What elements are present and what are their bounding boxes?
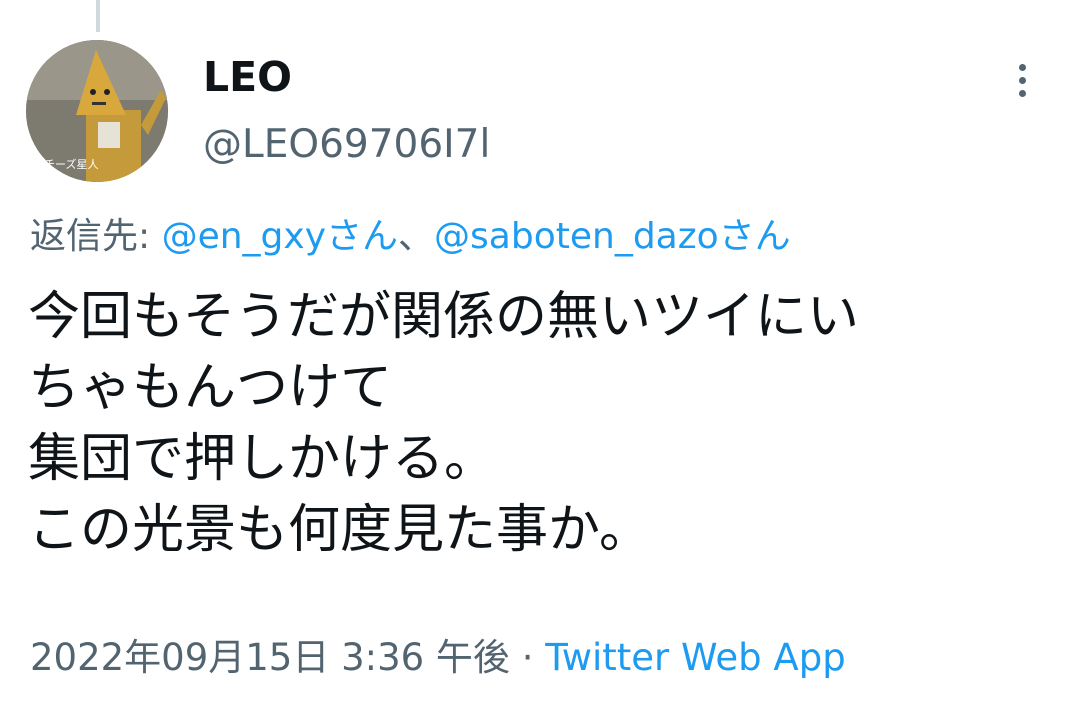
replying-to: 返信先: @en_gxyさん、@saboten_dazoさん [30,212,791,262]
source-link[interactable]: Twitter Web App [545,636,845,679]
more-vertical-icon [1018,63,1026,71]
tweet-metadata: 2022年09月15日 3:36 午後 · Twitter Web App [30,633,846,683]
tweet-text-line: 集団で押しかける。 [28,429,497,489]
thread-connector-line [96,0,100,32]
tweet-text-line: この光景も何度見た事か。 [28,500,651,560]
tweet-text: 今回もそうだが関係の無いツイにい ちゃもんつけて 集団で押しかける。 この光景も… [28,282,1048,566]
more-options-button[interactable] [1000,58,1044,102]
tweet-text-line: ちゃもんつけて [28,358,393,418]
display-name[interactable]: LEO [203,52,292,102]
meta-separator: · [521,636,534,679]
timestamp-link[interactable]: 2022年09月15日 3:36 午後 [30,636,510,679]
mention-separator: 、 [398,216,435,257]
tweet-detail: チーズ星人 LEO @LEO69706I7l 返信先: @en_gxyさん、@s… [0,0,1072,704]
mention-link[interactable]: @saboten_dazoさん [434,216,791,257]
user-handle[interactable]: @LEO69706I7l [203,120,490,170]
avatar-image: チーズ星人 [26,40,168,182]
more-vertical-icon [1018,76,1026,84]
more-vertical-icon [1018,89,1026,97]
avatar[interactable]: チーズ星人 [26,40,168,182]
mention-link[interactable]: @en_gxyさん [162,216,398,257]
replying-to-label: 返信先: [30,216,151,257]
tweet-text-line: 今回もそうだが関係の無いツイにい [28,287,859,347]
avatar-caption: チーズ星人 [44,157,98,171]
